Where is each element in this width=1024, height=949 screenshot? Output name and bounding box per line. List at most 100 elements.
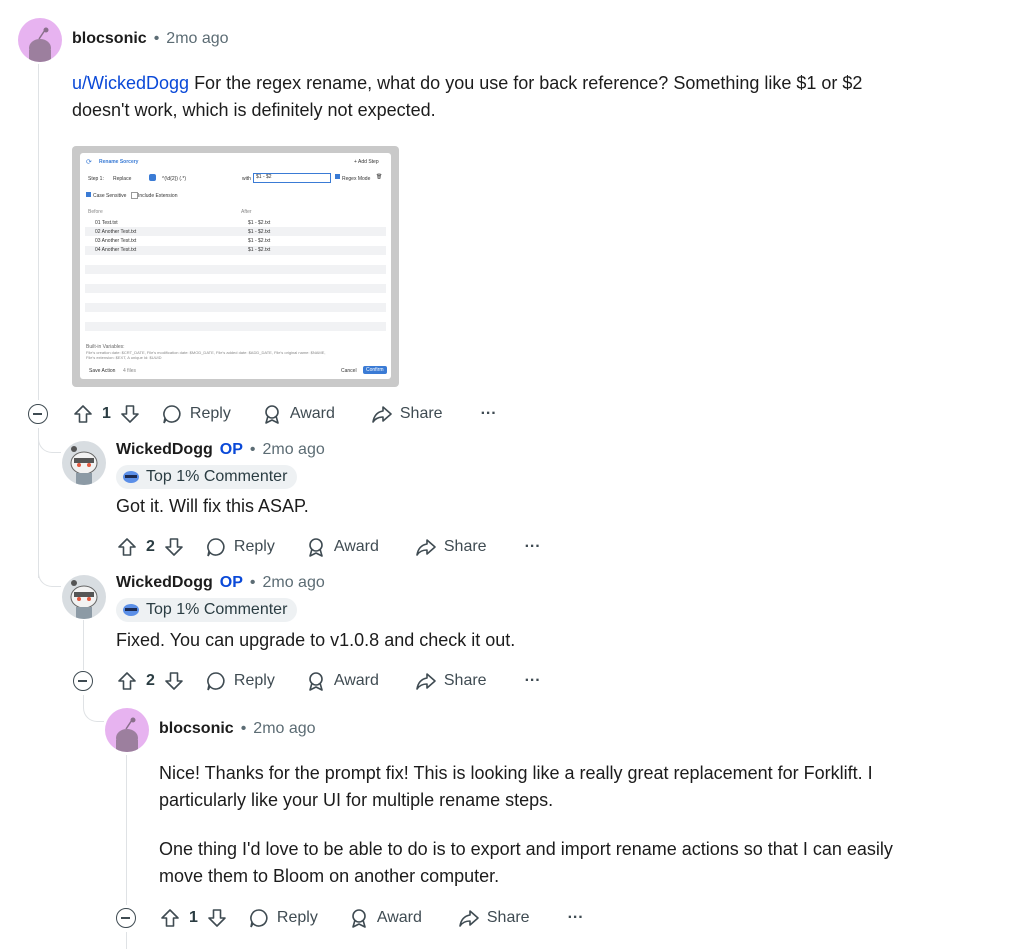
vote-count: 2 — [146, 538, 155, 555]
share-button[interactable]: Share — [415, 536, 487, 558]
upvote-icon — [118, 538, 136, 556]
reply-label: Reply — [233, 672, 275, 689]
share-icon — [416, 673, 436, 690]
screenshot-regex-label: Regex Mode — [342, 176, 371, 182]
screenshot-content: ⟳ Rename Sorcery + Add Step Step 1: Repl… — [80, 153, 391, 379]
thread-branch — [38, 560, 61, 587]
screenshot-before-cell: 01 Test.txt — [95, 220, 118, 226]
thread-line-nested-lower — [126, 932, 127, 949]
downvote-button[interactable] — [163, 536, 185, 558]
screenshot-after-cell: $1 - $2.txt — [248, 220, 271, 226]
screenshot-save-action: Save Action — [89, 368, 116, 374]
collapse-thread-button[interactable] — [116, 908, 136, 928]
op-flair: OP — [219, 574, 243, 591]
author-name[interactable]: WickedDogg — [116, 574, 213, 592]
collapse-thread-button[interactable] — [28, 404, 48, 424]
avatar[interactable] — [62, 441, 106, 485]
upvote-icon — [161, 909, 179, 927]
upvote-button[interactable] — [159, 907, 181, 929]
more-options-button[interactable]: ··· — [525, 538, 541, 556]
screenshot-ext-check — [131, 192, 138, 199]
more-options-button[interactable]: ··· — [525, 672, 541, 690]
reply-button[interactable]: Reply — [205, 670, 275, 692]
more-options-button[interactable]: ··· — [481, 405, 497, 423]
reply-label: Reply — [189, 405, 231, 422]
share-button[interactable]: Share — [371, 403, 443, 425]
downvote-icon — [165, 672, 183, 690]
award-button[interactable]: Award — [261, 403, 335, 425]
top-commenter-badge[interactable]: Top 1% Commenter — [116, 465, 298, 489]
share-button[interactable]: Share — [458, 907, 530, 929]
author-name[interactable]: blocsonic — [159, 720, 234, 738]
thread-branch — [38, 428, 61, 453]
comment-body: Got it. Will fix this ASAP. — [116, 496, 309, 516]
attached-screenshot[interactable]: ⟳ Rename Sorcery + Add Step Step 1: Repl… — [72, 146, 399, 387]
screenshot-step-label: Step 1: — [88, 176, 104, 182]
body-line: Nice! Thanks for the prompt fix! This is… — [159, 763, 873, 783]
share-label: Share — [486, 909, 530, 926]
award-label: Award — [333, 538, 379, 555]
screenshot-after-cell: $1 - $2.txt — [248, 247, 271, 253]
screenshot-before-cell: 03 Another Test.txt — [95, 238, 137, 244]
more-options-button[interactable]: ··· — [568, 909, 584, 927]
reply-icon — [207, 538, 225, 557]
author-name[interactable]: WickedDogg — [116, 441, 213, 459]
screenshot-row-stripe — [85, 284, 386, 293]
reply-button[interactable]: Reply — [248, 907, 318, 929]
collapse-thread-button[interactable] — [73, 671, 93, 691]
comment-paragraph: One thing I'd love to be able to do is t… — [159, 836, 999, 890]
top-commenter-badge[interactable]: Top 1% Commenter — [116, 598, 298, 622]
upvote-button[interactable] — [116, 536, 138, 558]
avatar[interactable] — [18, 18, 62, 62]
screenshot-col-after: After — [241, 209, 252, 215]
award-button[interactable]: Award — [348, 907, 422, 929]
timestamp[interactable]: 2mo ago — [262, 574, 324, 592]
badge-icon — [123, 604, 139, 616]
thread-branch — [83, 695, 104, 722]
award-button[interactable]: Award — [305, 670, 379, 692]
screenshot-after-cell: $1 - $2.txt — [248, 229, 271, 235]
screenshot-trash-icon: 🗑 — [376, 174, 383, 180]
award-button[interactable]: Award — [305, 536, 379, 558]
timestamp[interactable]: 2mo ago — [253, 720, 315, 738]
vote-count: 1 — [189, 909, 198, 926]
share-icon — [372, 406, 392, 423]
reply-button[interactable]: Reply — [205, 536, 275, 558]
downvote-icon — [121, 405, 139, 423]
thread-line-root — [38, 64, 39, 400]
body-line: For the regex rename, what do you use fo… — [189, 73, 863, 93]
comment-actions: 2 Reply Award Share ··· — [116, 666, 541, 696]
reply-icon — [250, 909, 268, 928]
downvote-button[interactable] — [119, 403, 141, 425]
avatar[interactable] — [62, 575, 106, 619]
downvote-button[interactable] — [163, 670, 185, 692]
award-label: Award — [289, 405, 335, 422]
comment-meta: blocsonic • 2mo ago — [159, 720, 316, 738]
timestamp[interactable]: 2mo ago — [166, 30, 228, 48]
reply-button[interactable]: Reply — [161, 403, 231, 425]
screenshot-cancel: Cancel — [341, 368, 357, 374]
timestamp[interactable]: 2mo ago — [262, 441, 324, 459]
upvote-button[interactable] — [116, 670, 138, 692]
comment-body: u/WickedDogg For the regex rename, what … — [72, 70, 972, 124]
screenshot-find: ^(\d{2}) (.*) — [162, 176, 187, 182]
screenshot-case-label: Case Sensitive — [93, 193, 127, 199]
share-icon — [416, 539, 436, 556]
reply-label: Reply — [233, 538, 275, 555]
badge-label: Top 1% Commenter — [146, 601, 288, 618]
thread-line-nested — [126, 755, 127, 905]
award-icon — [309, 538, 323, 557]
meta-separator: • — [249, 574, 256, 591]
screenshot-before-cell: 02 Another Test.txt — [95, 229, 137, 235]
downvote-button[interactable] — [206, 907, 228, 929]
user-mention-link[interactable]: u/WickedDogg — [72, 73, 189, 93]
upvote-button[interactable] — [72, 403, 94, 425]
vote-count: 1 — [102, 405, 111, 422]
author-name[interactable]: blocsonic — [72, 30, 147, 48]
award-label: Award — [376, 909, 422, 926]
award-icon — [352, 909, 366, 928]
screenshot-ext-label: Include Extension — [138, 193, 178, 199]
avatar[interactable] — [105, 708, 149, 752]
share-button[interactable]: Share — [415, 670, 487, 692]
comment-meta: WickedDogg OP • 2mo ago — [116, 441, 325, 459]
